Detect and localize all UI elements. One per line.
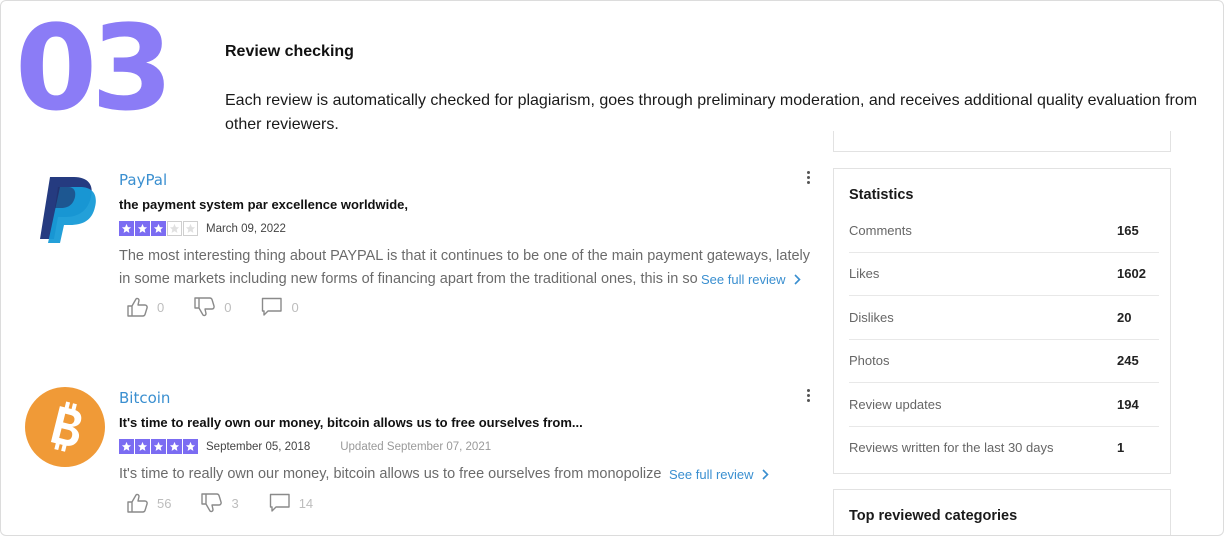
review-updated-date: Updated September 07, 2021 <box>340 440 492 453</box>
dislike-count: 3 <box>231 495 239 511</box>
rating-row: September 05, 2018 Updated September 07,… <box>119 439 491 454</box>
stat-row-review-updates: Review updates 194 <box>849 383 1159 427</box>
statistics-panel: Statistics Comments 165 Likes 1602 Disli… <box>833 168 1171 474</box>
star-icon <box>135 439 150 454</box>
thumbs-down-icon <box>194 297 216 317</box>
see-full-review-link[interactable]: See full review <box>669 463 769 486</box>
review-excerpt: The most interesting thing about PAYPAL … <box>119 245 813 291</box>
stat-label: Dislikes <box>849 310 894 325</box>
review-date: September 05, 2018 <box>206 440 311 453</box>
comment-count: 14 <box>298 495 314 511</box>
review-brand-name[interactable]: Bitcoin <box>119 389 170 407</box>
stat-row-dislikes: Dislikes 20 <box>849 296 1159 340</box>
dislike-button[interactable]: 3 <box>201 493 239 513</box>
chevron-right-icon <box>793 274 801 285</box>
top-categories-title: Top reviewed categories <box>849 508 1018 524</box>
step-description: Each review is automatically checked for… <box>225 92 1198 133</box>
star-icon <box>119 439 134 454</box>
dislike-button[interactable]: 0 <box>194 297 231 317</box>
star-rating <box>119 439 198 454</box>
bitcoin-logo-icon <box>25 387 105 467</box>
stat-row-comments: Comments 165 <box>849 209 1159 253</box>
review-text-line: The most interesting thing about PAYPAL … <box>119 248 811 264</box>
step-title: Review checking <box>225 43 354 60</box>
star-icon <box>135 221 150 236</box>
stat-value: 245 <box>1117 353 1139 368</box>
more-vertical-icon[interactable] <box>807 171 811 186</box>
previous-panel-edge <box>833 131 1171 152</box>
see-full-review-label: See full review <box>669 467 754 482</box>
star-icon <box>119 221 134 236</box>
like-button[interactable]: 0 <box>127 297 164 317</box>
comment-icon <box>269 493 290 512</box>
review-actions: 0 0 0 <box>127 297 329 317</box>
thumbs-up-icon <box>127 493 148 513</box>
stat-label: Photos <box>849 353 890 368</box>
review-date: March 09, 2022 <box>206 222 286 235</box>
star-icon <box>151 439 166 454</box>
stat-label: Likes <box>849 266 880 281</box>
review-card-paypal: PayPal the payment system par excellence… <box>21 171 821 341</box>
see-full-review-link[interactable]: See full review <box>701 268 801 291</box>
bitcoin-logo[interactable] <box>23 385 107 469</box>
comment-icon <box>262 297 283 316</box>
step-number: 03 <box>15 0 173 137</box>
rating-row: March 09, 2022 <box>119 221 286 236</box>
thumbs-down-icon <box>201 493 223 513</box>
chevron-right-icon <box>761 469 769 480</box>
stat-value: 1602 <box>1117 266 1146 281</box>
thumbs-up-icon <box>127 297 148 317</box>
statistics-title: Statistics <box>849 187 914 203</box>
review-card-bitcoin: Bitcoin It's time to really own our mone… <box>21 387 821 535</box>
star-icon <box>167 221 182 236</box>
star-icon <box>183 439 198 454</box>
stat-value: 194 <box>1117 397 1139 412</box>
star-icon <box>167 439 182 454</box>
paypal-logo-icon <box>40 177 96 243</box>
stat-label: Review updates <box>849 397 942 412</box>
top-categories-panel: Top reviewed categories <box>833 489 1171 535</box>
review-actions: 56 3 14 <box>127 493 343 513</box>
stat-row-photos: Photos 245 <box>849 339 1159 383</box>
star-icon <box>183 221 198 236</box>
stat-value: 1 <box>1117 440 1125 455</box>
review-text-line: in some markets including new forms of f… <box>119 271 698 287</box>
review-headline[interactable]: the payment system par excellence worldw… <box>119 197 408 212</box>
star-icon <box>151 221 166 236</box>
review-headline[interactable]: It's time to really own our money, bitco… <box>119 415 583 430</box>
review-text-line: It's time to really own our money, bitco… <box>119 466 662 482</box>
stat-row-likes: Likes 1602 <box>849 252 1159 296</box>
comment-button[interactable]: 14 <box>269 493 313 513</box>
stat-row-reviews-last-30-days: Reviews written for the last 30 days 1 <box>849 426 1159 469</box>
review-process-card: 03 Review checking Each review is automa… <box>0 0 1224 536</box>
see-full-review-label: See full review <box>701 272 786 287</box>
star-rating <box>119 221 198 236</box>
review-brand-name[interactable]: PayPal <box>119 171 167 189</box>
comment-button[interactable]: 0 <box>261 297 299 317</box>
like-count: 0 <box>157 299 165 315</box>
like-button[interactable]: 56 <box>127 493 171 513</box>
paypal-logo[interactable] <box>33 175 99 245</box>
review-excerpt: It's time to really own our money, bitco… <box>119 463 813 486</box>
stat-value: 20 <box>1117 310 1132 325</box>
comment-count: 0 <box>291 299 299 315</box>
stat-value: 165 <box>1117 223 1139 238</box>
like-count: 56 <box>157 495 172 511</box>
more-vertical-icon[interactable] <box>807 389 811 404</box>
dislike-count: 0 <box>224 299 232 315</box>
stat-label: Reviews written for the last 30 days <box>849 440 1054 455</box>
stat-label: Comments <box>849 223 912 238</box>
